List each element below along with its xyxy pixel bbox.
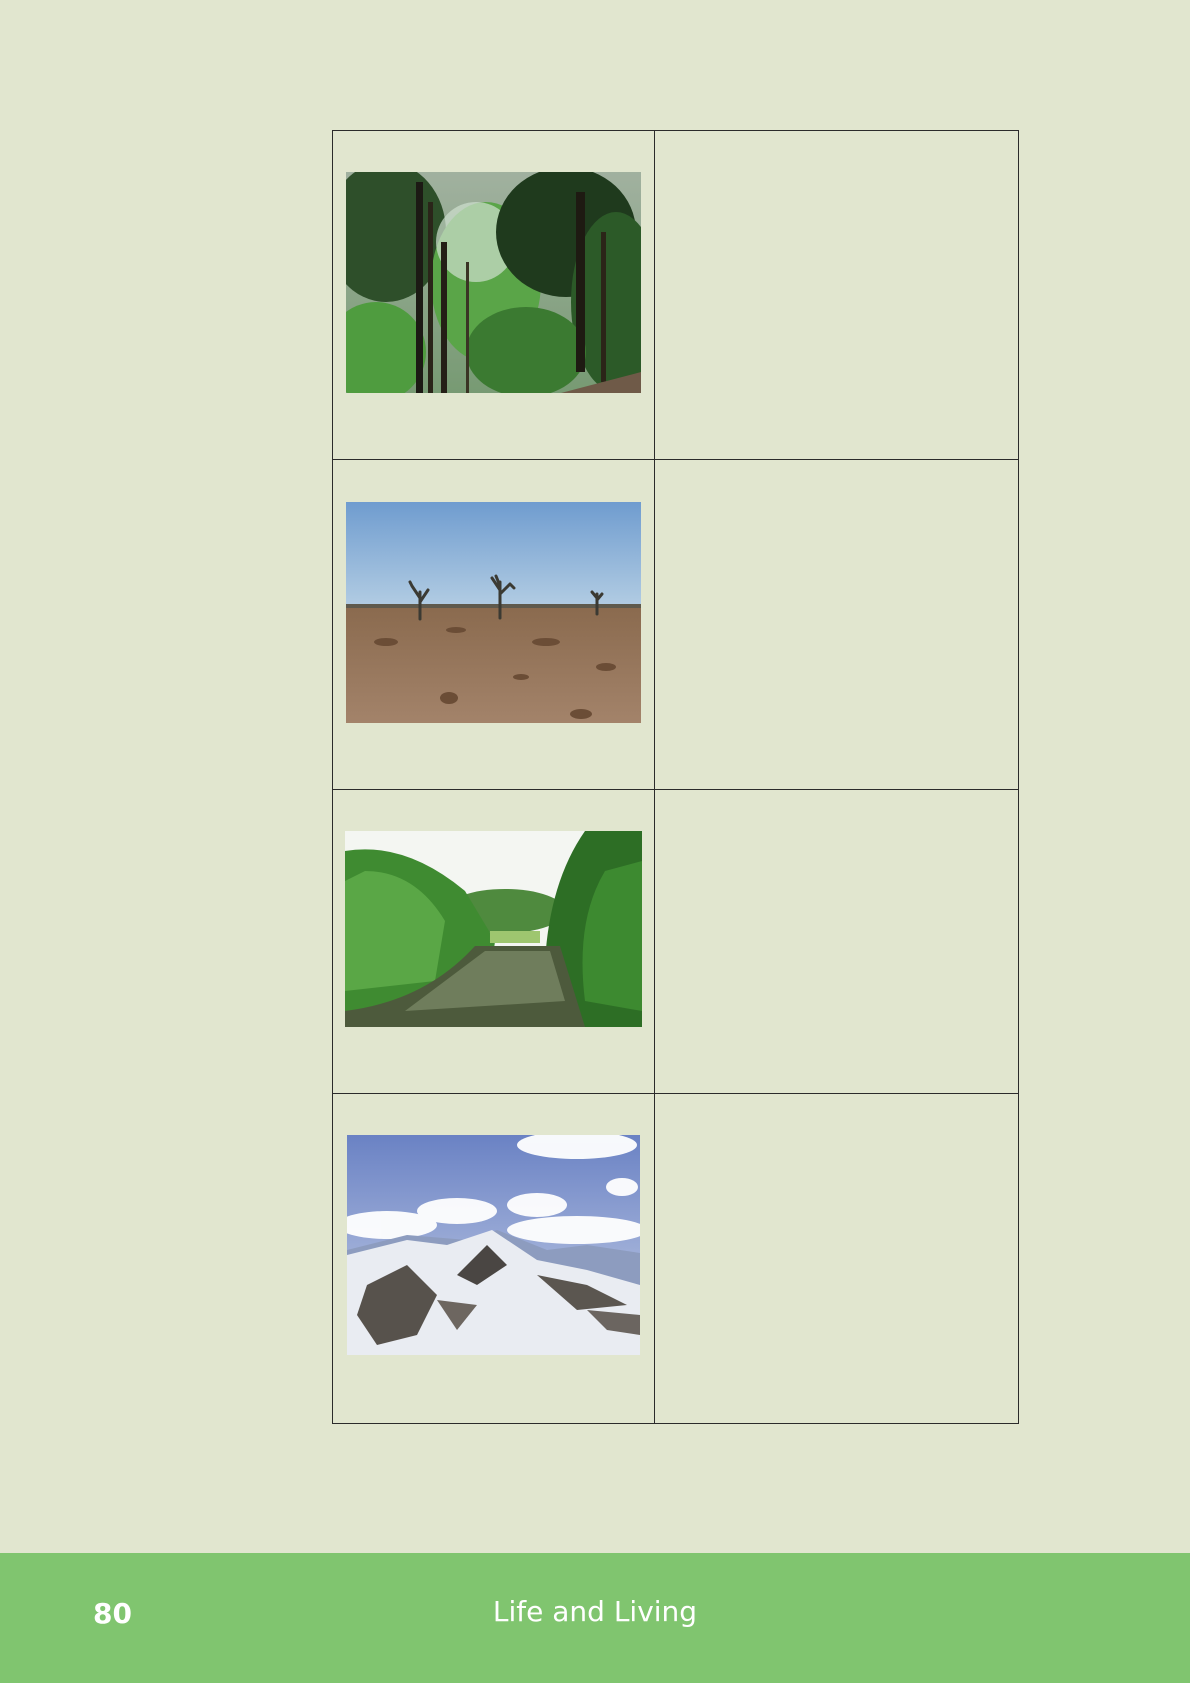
snowy-mountains-photo — [347, 1135, 640, 1355]
table-row — [332, 789, 1019, 1094]
river-photo — [345, 831, 642, 1027]
desert-photo — [346, 502, 641, 723]
answer-cell — [654, 459, 1019, 790]
table-row — [332, 459, 1019, 790]
book-title: Life and Living — [492, 1595, 698, 1628]
answer-cell — [654, 1093, 1019, 1424]
page-footer: 80 Life and Living — [0, 1553, 1190, 1683]
answer-cell — [654, 130, 1019, 460]
table-row — [332, 1093, 1019, 1424]
table-row — [332, 130, 1019, 460]
photo-cell — [332, 459, 655, 790]
photo-cell — [332, 130, 655, 460]
habitats-table — [332, 130, 1019, 1424]
forest-photo — [346, 172, 641, 393]
answer-cell — [654, 789, 1019, 1094]
photo-cell — [332, 1093, 655, 1424]
photo-cell — [332, 789, 655, 1094]
